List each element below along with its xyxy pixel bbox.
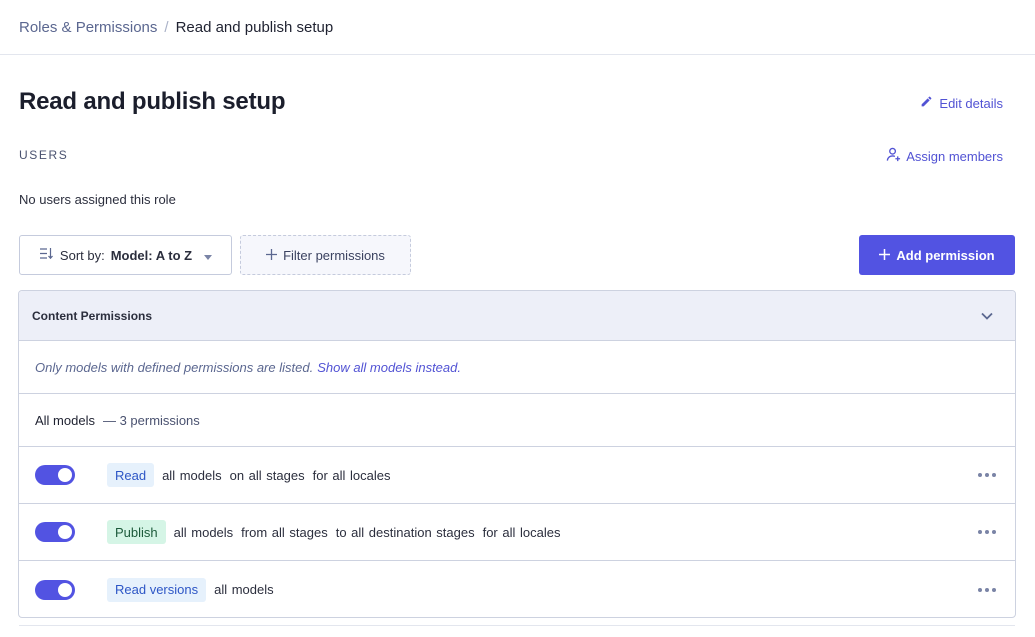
filter-permissions-button[interactable]: Filter permissions — [240, 235, 411, 275]
sort-dropdown[interactable]: Sort by: Model: A to Z — [19, 235, 232, 275]
content-permissions-panel: Content Permissions Only models with def… — [18, 290, 1016, 618]
permission-scope: all models — [214, 582, 282, 597]
sort-prefix: Sort by: — [59, 247, 105, 263]
action-badge: Read — [107, 463, 155, 487]
add-permission-button[interactable]: Add permission — [859, 235, 1015, 275]
scope-to-stages: to all destination stages — [335, 524, 475, 540]
action-badge: Publish — [107, 520, 166, 544]
edit-details-label: Edit details — [939, 95, 1003, 111]
more-options-icon[interactable] — [978, 584, 996, 596]
assign-members-label: Assign members — [906, 148, 1003, 164]
permission-toggle[interactable] — [35, 465, 75, 485]
caret-down-icon — [204, 248, 213, 263]
permission-scope: all models on all stages for all locales — [162, 468, 398, 483]
pencil-icon — [920, 95, 933, 111]
action-badge: Read versions — [107, 577, 207, 602]
no-users-text: No users assigned this role — [19, 192, 176, 207]
filter-permissions-label: Filter permissions — [283, 247, 385, 263]
scope-models: all models — [173, 524, 234, 540]
scope-models: all models — [162, 467, 222, 483]
more-options-icon[interactable] — [978, 469, 996, 481]
models-info-text: Only models with defined permissions are… — [35, 359, 314, 375]
scope-locales: for all locales — [482, 524, 561, 540]
permission-row-read-versions: Read versions all models — [19, 561, 1015, 617]
add-permission-label: Add permission — [896, 247, 995, 263]
all-models-group: All models — 3 permissions — [19, 394, 1015, 447]
group-name: All models — [35, 412, 95, 428]
scope-locales: for all locales — [312, 467, 391, 483]
edit-details-button[interactable]: Edit details — [920, 95, 1003, 111]
more-options-icon[interactable] — [978, 526, 996, 538]
permission-row-publish: Publish all models from all stages to all … — [19, 504, 1015, 561]
group-permission-count: — 3 permissions — [102, 412, 200, 428]
permission-row-read: Read all models on all stages for all loca… — [19, 447, 1015, 504]
breadcrumb-roles-link[interactable]: Roles & Permissions — [19, 19, 157, 36]
models-info-row: Only models with defined permissions are… — [19, 341, 1015, 394]
chevron-down-icon[interactable] — [981, 308, 993, 323]
plus-icon — [266, 248, 278, 263]
permission-toggle[interactable] — [35, 579, 75, 600]
plus-icon — [879, 248, 891, 263]
scope-models: all models — [214, 582, 274, 597]
page-title: Read and publish setup — [19, 88, 286, 115]
breadcrumb-current: Read and publish setup — [175, 18, 334, 36]
user-plus-icon — [886, 147, 901, 165]
breadcrumb: Roles & Permissions / Read and publish s… — [0, 0, 1035, 55]
panel-title: Content Permissions — [32, 308, 153, 323]
section-divider — [19, 625, 1015, 626]
breadcrumb-separator: / — [164, 18, 169, 36]
content-permissions-header[interactable]: Content Permissions — [19, 291, 1015, 341]
users-section-label: USERS — [19, 148, 69, 162]
permission-toggle[interactable] — [35, 522, 75, 542]
sort-icon — [39, 247, 54, 263]
show-all-models-link[interactable]: Show all models instead. — [317, 360, 461, 375]
assign-members-button[interactable]: Assign members — [886, 147, 1003, 165]
permission-scope: all models from all stages to all destinat… — [174, 525, 569, 540]
sort-value: Model: A to Z — [110, 247, 193, 263]
scope-from-stages: from all stages — [241, 524, 328, 540]
scope-stages: on all stages — [229, 467, 305, 483]
